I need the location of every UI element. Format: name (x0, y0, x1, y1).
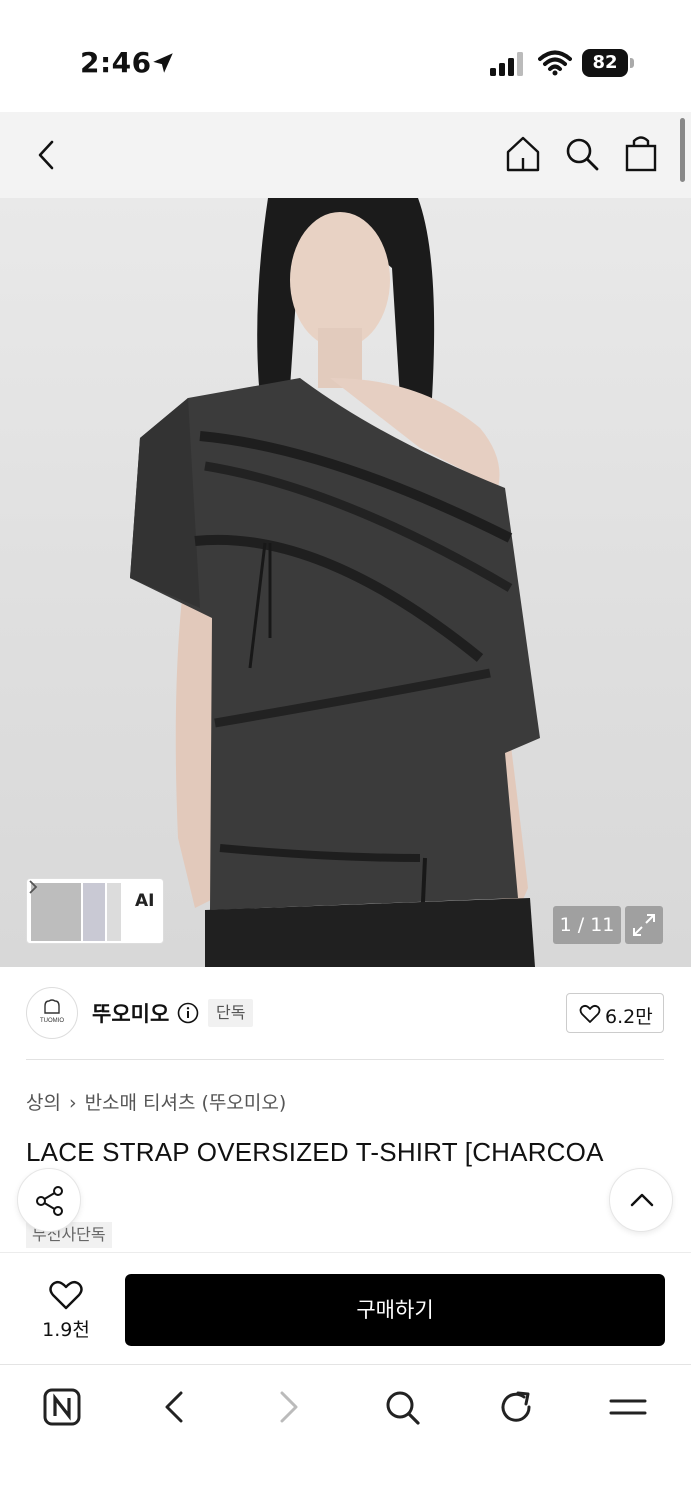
location-arrow-icon (153, 53, 173, 73)
breadcrumb: 상의 › 반소매 티셔츠 (뚜오미오) (26, 1088, 286, 1115)
share-button[interactable] (17, 1168, 81, 1232)
ai-label: AI (135, 891, 155, 911)
breadcrumb-item[interactable]: 반소매 티셔츠 (뚜오미오) (85, 1092, 287, 1114)
naver-home-icon[interactable] (42, 1387, 82, 1427)
purchase-bar: 1.9천 구매하기 (0, 1252, 691, 1364)
wifi-icon (538, 50, 572, 76)
menu-icon[interactable] (608, 1387, 648, 1427)
product-title: LACE STRAP OVERSIZED T-SHIRT [CHARCOA (26, 1137, 604, 1167)
expand-icon (633, 914, 655, 936)
expand-button[interactable] (625, 906, 663, 944)
browser-search-icon[interactable] (382, 1387, 422, 1427)
scroll-to-top-button[interactable] (609, 1168, 673, 1232)
reload-icon[interactable] (496, 1387, 536, 1427)
battery-level: 82 (582, 49, 628, 77)
share-icon (36, 1186, 63, 1216)
breadcrumb-item[interactable]: 상의 (26, 1092, 61, 1114)
heart-icon (579, 1004, 601, 1023)
product-photo (130, 198, 540, 967)
chevron-right-icon (29, 880, 38, 894)
search-icon[interactable] (562, 134, 602, 174)
brand-logo-mark (44, 999, 60, 1014)
info-icon[interactable] (177, 1002, 199, 1024)
brand-like-button[interactable]: 6.2만 (566, 993, 664, 1033)
ai-thumbnail-strip[interactable]: AI (26, 878, 164, 944)
home-icon[interactable] (504, 134, 542, 174)
top-navigation-bar (0, 112, 691, 198)
cellular-signal-icon (490, 52, 523, 76)
browser-forward-icon[interactable] (268, 1387, 308, 1427)
status-bar: 2:46 82 (0, 0, 691, 112)
buy-button[interactable]: 구매하기 (125, 1274, 665, 1346)
exclusive-badge: 단독 (208, 999, 254, 1027)
brand-name[interactable]: 뚜오미오 (92, 998, 169, 1028)
product-image-gallery[interactable]: AI 1 / 11 (0, 198, 691, 967)
chevron-up-icon (630, 1193, 654, 1207)
battery-icon: 82 (582, 49, 634, 77)
shopping-bag-icon[interactable] (622, 132, 660, 174)
browser-back-icon[interactable] (155, 1387, 195, 1427)
thumbnail-image (107, 883, 121, 941)
wishlist-heart-icon[interactable] (48, 1279, 84, 1311)
image-counter: 1 / 11 (553, 906, 621, 944)
back-icon[interactable] (30, 136, 64, 174)
breadcrumb-separator-icon: › (68, 1092, 77, 1114)
status-time: 2:46 (80, 46, 152, 79)
brand-logo[interactable]: TUOMIO (26, 987, 78, 1039)
scroll-indicator (680, 118, 685, 182)
brand-like-count: 6.2만 (605, 1006, 653, 1028)
wishlist-count: 1.9천 (42, 1319, 90, 1341)
divider (26, 1059, 664, 1060)
thumbnail-image (83, 883, 105, 941)
browser-toolbar (0, 1364, 691, 1500)
